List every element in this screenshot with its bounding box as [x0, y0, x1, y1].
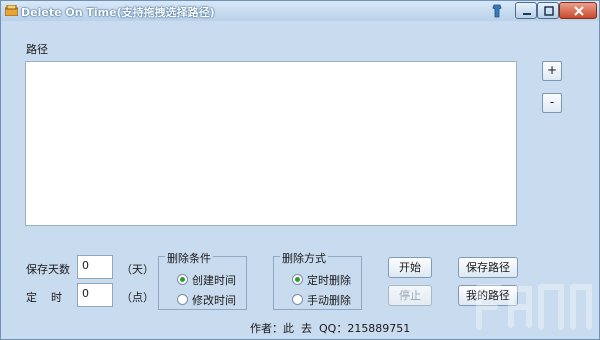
- add-path-button[interactable]: +: [542, 61, 562, 81]
- maximize-icon: [544, 6, 554, 16]
- radio-manual-delete[interactable]: 手动删除: [292, 292, 351, 308]
- path-label: 路径: [26, 43, 48, 56]
- author-label: 作者：此 去: [250, 322, 312, 335]
- minimize-button[interactable]: [515, 2, 537, 19]
- timer-input[interactable]: 0: [77, 283, 113, 307]
- radio-label: 手动删除: [307, 294, 351, 307]
- app-icon: [5, 5, 18, 16]
- radio-unchecked-icon: [177, 294, 188, 305]
- maximize-button[interactable]: [537, 2, 559, 19]
- days-label: 保存天数: [26, 263, 70, 276]
- condition-group: 删除条件 创建时间 修改时间: [158, 250, 247, 310]
- timer-unit: （点）: [121, 291, 154, 304]
- radio-modified-time[interactable]: 修改时间: [177, 292, 236, 308]
- radio-unchecked-icon: [292, 294, 303, 305]
- radio-created-time[interactable]: 创建时间: [177, 272, 236, 288]
- skin-icon[interactable]: [491, 4, 503, 18]
- radio-checked-icon: [292, 274, 303, 285]
- mode-title: 删除方式: [280, 250, 328, 266]
- days-unit: （天）: [121, 263, 154, 276]
- remove-path-button[interactable]: -: [542, 93, 562, 113]
- stop-button[interactable]: 停止: [388, 285, 432, 306]
- window-title: Delete On Time(支持拖拽选择路径): [21, 6, 215, 19]
- watermark-logo: [476, 284, 592, 330]
- app-window: Delete On Time(支持拖拽选择路径) 路径 + - 保存天数 0 （…: [0, 0, 600, 340]
- mode-group: 删除方式 定时删除 手动删除: [273, 250, 362, 310]
- save-path-button[interactable]: 保存路径: [458, 257, 518, 278]
- path-list[interactable]: [25, 61, 517, 226]
- close-button[interactable]: [559, 2, 597, 19]
- title-bar[interactable]: Delete On Time(支持拖拽选择路径): [1, 1, 599, 21]
- days-input[interactable]: 0: [77, 255, 113, 279]
- radio-checked-icon: [177, 274, 188, 285]
- condition-title: 删除条件: [165, 250, 213, 266]
- minimize-icon: [523, 13, 531, 15]
- radio-label: 修改时间: [192, 294, 236, 307]
- radio-timed-delete[interactable]: 定时删除: [292, 272, 351, 288]
- radio-label: 创建时间: [192, 274, 236, 287]
- timer-label: 定 时: [26, 291, 62, 304]
- qq-label: QQ：215889751: [319, 322, 411, 335]
- start-button[interactable]: 开始: [388, 257, 432, 278]
- close-icon: [574, 6, 584, 16]
- radio-label: 定时删除: [307, 274, 351, 287]
